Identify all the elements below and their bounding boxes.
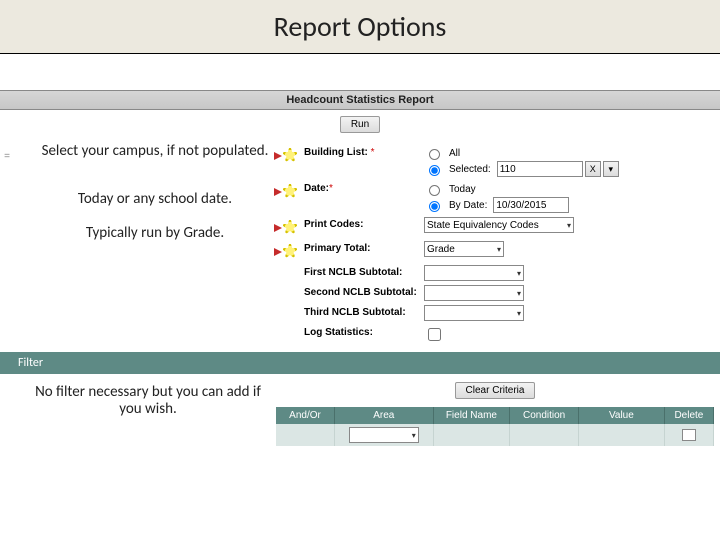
label-building-list: Building List: *: [304, 145, 424, 158]
label-print-codes: Print Codes:: [304, 217, 424, 230]
cell-andor: [276, 424, 335, 446]
form-column: Building List: * All Selected: X ▾: [276, 143, 720, 346]
filter-right: Clear Criteria And/Or Area Field Name Co…: [276, 374, 720, 446]
chevron-down-icon: ▾: [497, 245, 501, 254]
cell-value: [578, 424, 664, 446]
clear-selected-button[interactable]: X: [585, 161, 601, 177]
chevron-down-icon: ▾: [517, 309, 521, 318]
annotation-filter: No filter necessary but you can add if y…: [26, 384, 270, 417]
row-first-nclb: First NCLB Subtotal: ▾: [276, 263, 720, 283]
panel-title: Headcount Statistics Report: [286, 94, 433, 106]
label-primary-total: Primary Total:: [304, 241, 424, 254]
chevron-down-icon: ▾: [517, 289, 521, 298]
radio-date-bydate[interactable]: [429, 201, 440, 212]
col-andor: And/Or: [276, 407, 335, 424]
log-statistics-checkbox[interactable]: [428, 328, 441, 341]
label-second-nclb: Second NCLB Subtotal:: [304, 285, 424, 298]
annotation-campus: Select your campus, if not populated.: [40, 143, 270, 189]
label-first-nclb: First NCLB Subtotal:: [304, 265, 424, 278]
building-select-combo: X ▾: [497, 161, 619, 177]
annotation-column: Select your campus, if not populated. To…: [14, 143, 276, 346]
filter-table: And/Or Area Field Name Condition Value D…: [276, 407, 714, 446]
col-field: Field Name: [433, 407, 510, 424]
label-third-nclb: Third NCLB Subtotal:: [304, 305, 424, 318]
cell-area: ▾: [335, 424, 433, 446]
row-third-nclb: Third NCLB Subtotal: ▾: [276, 303, 720, 323]
delete-row-button[interactable]: [682, 429, 696, 441]
lookup-building-button[interactable]: ▾: [603, 161, 619, 177]
label-date: Date:*: [304, 181, 424, 194]
cell-condition: [510, 424, 579, 446]
starburst-icon: [280, 145, 300, 165]
primary-total-value: Grade: [427, 244, 455, 255]
label-date-today: Today: [449, 184, 476, 195]
filter-header-row: And/Or Area Field Name Condition Value D…: [276, 407, 714, 424]
label-log-statistics: Log Statistics:: [304, 325, 424, 338]
starburst-icon: [280, 181, 300, 201]
print-codes-value: State Equivalency Codes: [427, 220, 539, 231]
third-nclb-dropdown[interactable]: ▾: [424, 305, 524, 321]
row-log-statistics: Log Statistics:: [276, 323, 720, 346]
primary-total-dropdown[interactable]: Grade ▾: [424, 241, 504, 257]
building-selected-input[interactable]: [497, 161, 583, 177]
row-second-nclb: Second NCLB Subtotal: ▾: [276, 283, 720, 303]
second-nclb-dropdown[interactable]: ▾: [424, 285, 524, 301]
col-condition: Condition: [510, 407, 579, 424]
filter-bar: Filter: [0, 352, 720, 374]
row-date: Date:* Today By Date:: [276, 179, 720, 215]
starburst-icon: [280, 241, 300, 261]
panel-header: Headcount Statistics Report: [0, 90, 720, 110]
spacer: [0, 54, 720, 90]
label-building-selected: Selected:: [449, 164, 491, 175]
chevron-down-icon: ▾: [567, 221, 571, 230]
radio-date-today[interactable]: [429, 185, 440, 196]
annotation-date: Today or any school date.: [40, 191, 270, 221]
collapse-handle[interactable]: =: [0, 143, 14, 346]
filter-bar-label: Filter: [18, 356, 43, 370]
annotation-grade: Typically run by Grade.: [40, 225, 270, 255]
form-content: = Select your campus, if not populated. …: [0, 143, 720, 346]
row-primary-total: Primary Total: Grade ▾: [276, 239, 720, 263]
radio-building-selected[interactable]: [429, 165, 440, 176]
area-dropdown[interactable]: ▾: [349, 427, 419, 443]
run-row: Run: [0, 110, 720, 143]
slide-title-bar: Report Options: [0, 0, 720, 54]
clear-criteria-button[interactable]: Clear Criteria: [455, 382, 536, 399]
print-codes-dropdown[interactable]: State Equivalency Codes ▾: [424, 217, 574, 233]
label-date-bydate: By Date:: [449, 200, 487, 211]
filter-row: ▾: [276, 424, 714, 446]
row-print-codes: Print Codes: State Equivalency Codes ▾: [276, 215, 720, 239]
row-building-list: Building List: * All Selected: X ▾: [276, 143, 720, 179]
col-area: Area: [335, 407, 433, 424]
starburst-icon: [280, 217, 300, 237]
col-value: Value: [578, 407, 664, 424]
date-input[interactable]: [493, 197, 569, 213]
cell-delete: [664, 424, 713, 446]
run-button[interactable]: Run: [340, 116, 380, 133]
cell-field: [433, 424, 510, 446]
col-delete: Delete: [664, 407, 713, 424]
filter-section: No filter necessary but you can add if y…: [0, 374, 720, 446]
chevron-down-icon: ▾: [517, 269, 521, 278]
radio-building-all[interactable]: [429, 149, 440, 160]
first-nclb-dropdown[interactable]: ▾: [424, 265, 524, 281]
slide-title: Report Options: [274, 9, 447, 44]
filter-annot-col: No filter necessary but you can add if y…: [0, 374, 276, 446]
label-building-all: All: [449, 148, 460, 159]
chevron-down-icon: ▾: [412, 431, 416, 440]
